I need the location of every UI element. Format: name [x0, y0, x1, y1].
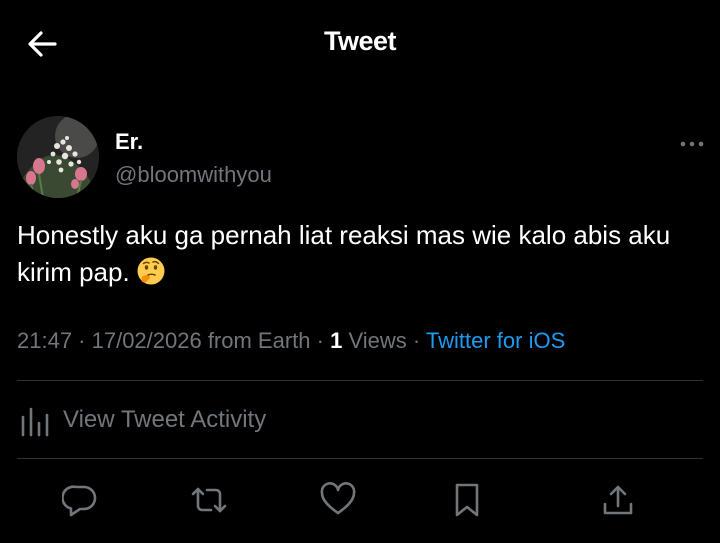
view-tweet-activity-label: View Tweet Activity [63, 406, 267, 433]
view-tweet-activity-button[interactable]: View Tweet Activity [17, 400, 266, 440]
share-icon [603, 485, 633, 515]
tweet-text-content: Honestly aku ga pernah liat reaksi mas w… [17, 220, 671, 287]
divider [17, 380, 703, 381]
divider [17, 458, 703, 459]
like-icon [320, 482, 356, 515]
source-link[interactable]: Twitter for iOS [426, 328, 565, 353]
views-label: Views [342, 328, 407, 353]
share-button[interactable] [596, 478, 640, 522]
avatar[interactable] [17, 116, 99, 198]
timestamp[interactable]: 21:47 · 17/02/2026 from Earth [17, 328, 311, 353]
reply-icon [62, 485, 97, 517]
page-title: Tweet [323, 26, 397, 56]
user-handle[interactable]: @bloomwithyou [115, 162, 272, 188]
views-count: 1 [330, 328, 343, 353]
like-button[interactable] [316, 478, 360, 522]
flower-bouquet-avatar-icon [17, 116, 99, 198]
more-options-button[interactable] [676, 134, 708, 154]
bookmark-button[interactable] [445, 478, 489, 522]
top-bar: Tweet [0, 0, 720, 86]
tweet-meta: 21:47 · 17/02/2026 from Earth · 1 Views … [17, 328, 565, 354]
thinking-face-emoji-icon [136, 256, 166, 296]
more-horizontal-icon [680, 141, 704, 147]
analytics-icon [21, 407, 49, 437]
tweet-actions-bar [0, 478, 720, 524]
reply-button[interactable] [58, 478, 102, 522]
retweet-icon [191, 487, 227, 513]
meta-separator: · [310, 328, 331, 353]
retweet-button[interactable] [187, 478, 231, 522]
meta-separator: · [406, 328, 426, 353]
display-name[interactable]: Er. [115, 129, 143, 155]
bookmark-icon [455, 483, 479, 517]
tweet-text: Honestly aku ga pernah liat reaksi mas w… [17, 217, 697, 296]
